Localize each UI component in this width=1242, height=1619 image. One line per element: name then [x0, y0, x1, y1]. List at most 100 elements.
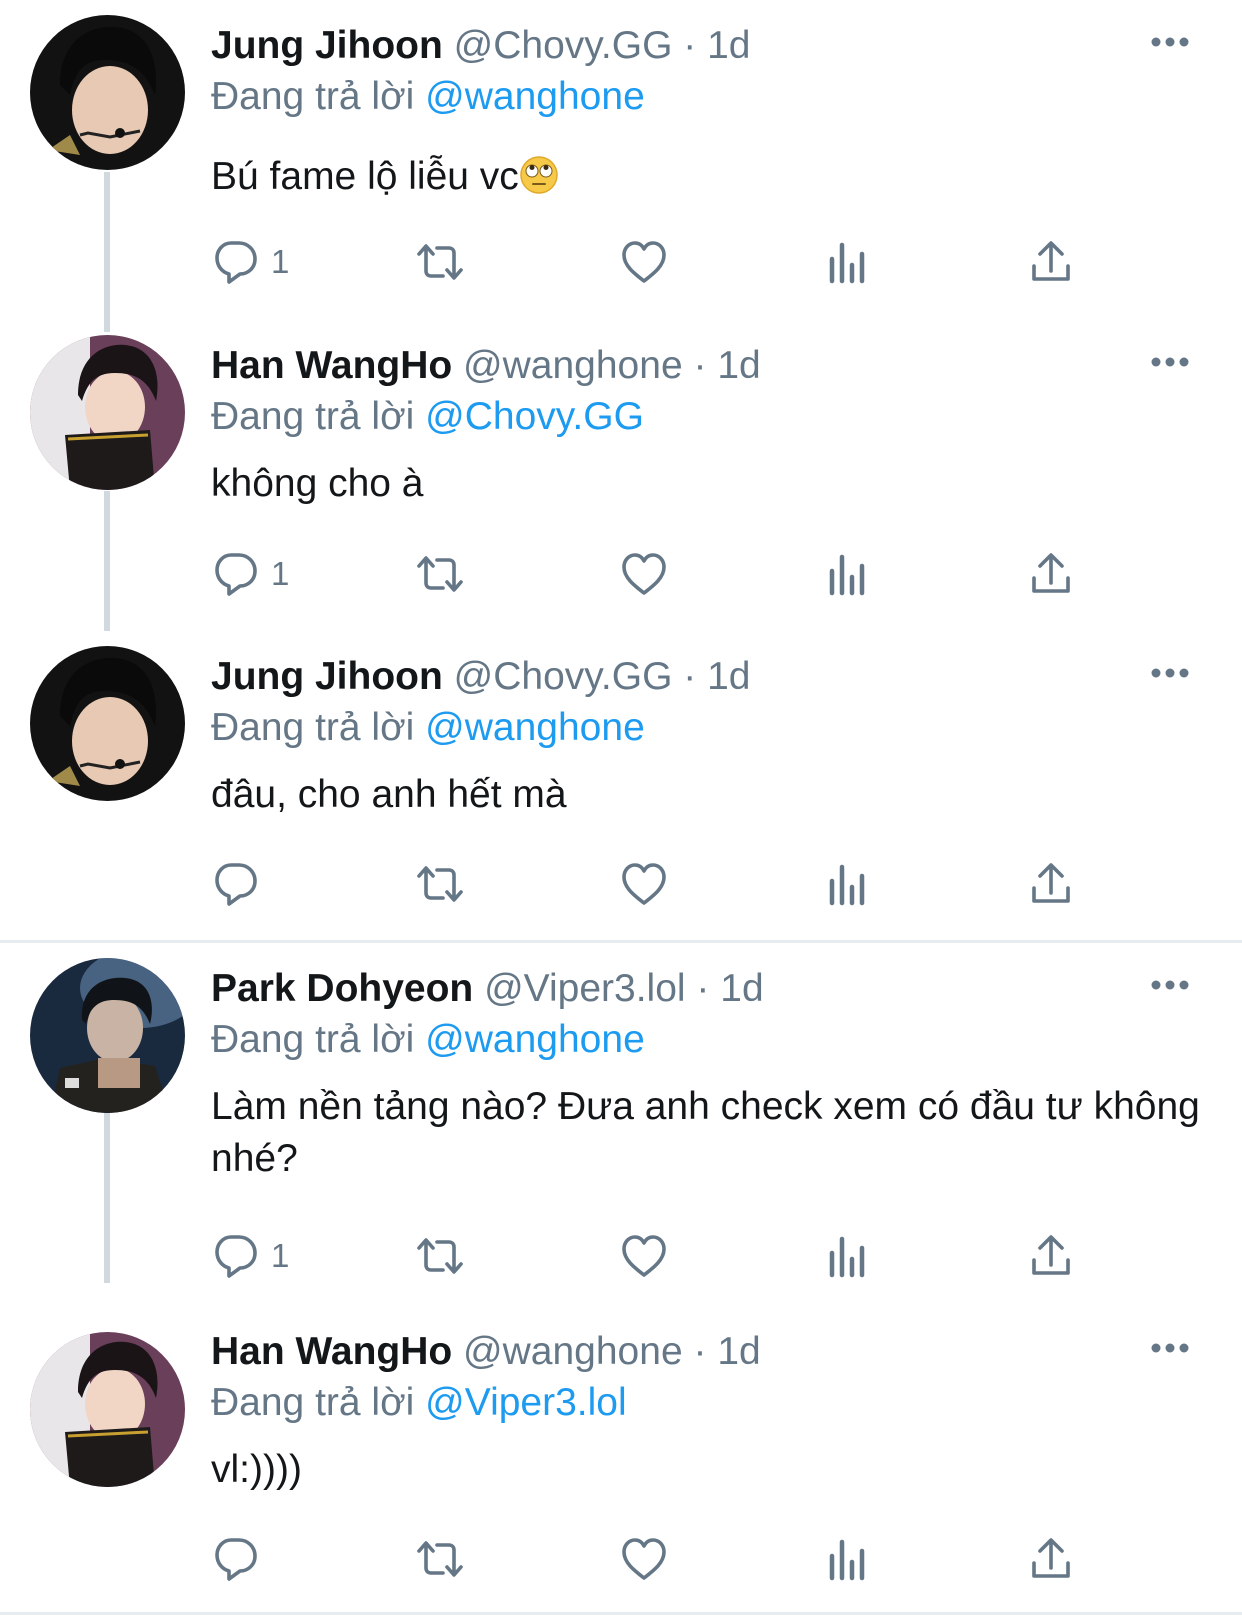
display-name[interactable]: Jung Jihoon [211, 24, 443, 67]
tweet[interactable]: Han WangHo @wanghone · 1d Đang trả lời @… [0, 340, 1242, 620]
replying-to-label: Đang trả lời [211, 75, 415, 118]
user-handle[interactable]: @wanghone [463, 344, 683, 387]
display-name[interactable]: Han WangHo [211, 344, 452, 387]
replying-to-label: Đang trả lời [211, 706, 415, 749]
share-button[interactable] [1026, 1231, 1076, 1281]
timestamp[interactable]: 1d [717, 1330, 760, 1373]
analytics-button[interactable] [823, 1231, 873, 1281]
more-horizontal-icon[interactable] [1150, 356, 1190, 368]
analytics-bars-icon [823, 1231, 873, 1281]
retweet-button[interactable] [415, 1231, 465, 1281]
display-name[interactable]: Jung Jihoon [211, 655, 443, 698]
analytics-button[interactable] [823, 549, 873, 599]
mention-link[interactable]: @Chovy.GG [425, 395, 644, 438]
more-horizontal-icon[interactable] [1150, 667, 1190, 679]
reply-count: 1 [271, 555, 290, 592]
tweet-text: đâu, cho anh hết mà [211, 773, 567, 816]
reply-count: 1 [271, 1237, 290, 1274]
user-handle[interactable]: @Viper3.lol [484, 967, 685, 1010]
replying-to: Đang trả lời @wanghone [211, 702, 645, 754]
avatar[interactable] [30, 958, 185, 1113]
like-button[interactable] [619, 859, 669, 909]
reply-button[interactable] [211, 859, 271, 909]
reply-bubble-icon [211, 1534, 261, 1584]
timestamp[interactable]: 1d [707, 655, 750, 698]
share-button[interactable] [1026, 859, 1076, 909]
reply-button[interactable]: 1 [211, 1231, 289, 1281]
analytics-button[interactable] [823, 237, 873, 287]
tweet[interactable]: Han WangHo @wanghone · 1d Đang trả lời @… [0, 1326, 1242, 1596]
avatar[interactable] [30, 1332, 185, 1487]
more-horizontal-icon[interactable] [1150, 979, 1190, 991]
tweet-text: vl:)))) [211, 1448, 302, 1491]
tweet-header: Han WangHo @wanghone · 1d [211, 1326, 761, 1378]
retweet-icon [415, 549, 465, 599]
retweet-icon [415, 237, 465, 287]
tweet[interactable]: Park Dohyeon @Viper3.lol · 1d Đang trả l… [0, 963, 1242, 1293]
tweet-header: Park Dohyeon @Viper3.lol · 1d [211, 963, 764, 1015]
display-name[interactable]: Park Dohyeon [211, 967, 473, 1010]
timestamp[interactable]: 1d [720, 967, 763, 1010]
mention-link[interactable]: @wanghone [425, 1018, 645, 1061]
display-name[interactable]: Han WangHo [211, 1330, 452, 1373]
timestamp[interactable]: 1d [717, 344, 760, 387]
separator-dot: · [696, 967, 710, 1010]
avatar[interactable] [30, 646, 185, 801]
replying-to: Đang trả lời @Chovy.GG [211, 391, 644, 443]
analytics-bars-icon [823, 549, 873, 599]
share-button[interactable] [1026, 549, 1076, 599]
user-handle[interactable]: @Chovy.GG [454, 655, 673, 698]
separator-dot: · [693, 1330, 707, 1373]
more-horizontal-icon[interactable] [1150, 36, 1190, 48]
user-handle[interactable]: @wanghone [463, 1330, 683, 1373]
analytics-bars-icon [823, 859, 873, 909]
reply-count: 1 [271, 243, 290, 280]
replying-to-label: Đang trả lời [211, 395, 415, 438]
tweet-text-content: Bú fame lộ liễu vc [211, 155, 519, 198]
retweet-icon [415, 1534, 465, 1584]
heart-icon [619, 1231, 669, 1281]
mention-link[interactable]: @wanghone [425, 706, 645, 749]
like-button[interactable] [619, 549, 669, 599]
tweet[interactable]: Jung Jihoon @Chovy.GG · 1d Đang trả lời … [0, 651, 1242, 931]
reply-button[interactable]: 1 [211, 237, 289, 287]
tweet-header: Jung Jihoon @Chovy.GG · 1d [211, 20, 750, 72]
action-bar: 1 [211, 1231, 1111, 1281]
face-with-rolling-eyes-emoji [519, 155, 559, 195]
retweet-icon [415, 1231, 465, 1281]
action-bar [211, 1534, 1111, 1584]
mention-link[interactable]: @wanghone [425, 75, 645, 118]
reply-button[interactable] [211, 1534, 271, 1584]
reply-bubble-icon [211, 1231, 261, 1281]
avatar[interactable] [30, 15, 185, 170]
retweet-button[interactable] [415, 1534, 465, 1584]
more-horizontal-icon[interactable] [1150, 1342, 1190, 1354]
like-button[interactable] [619, 237, 669, 287]
timestamp[interactable]: 1d [707, 24, 750, 67]
separator-dot: · [683, 655, 697, 698]
like-button[interactable] [619, 1231, 669, 1281]
heart-icon [619, 1534, 669, 1584]
avatar[interactable] [30, 335, 185, 490]
retweet-button[interactable] [415, 237, 465, 287]
share-button[interactable] [1026, 1534, 1076, 1584]
analytics-bars-icon [823, 237, 873, 287]
user-handle[interactable]: @Chovy.GG [454, 24, 673, 67]
retweet-button[interactable] [415, 549, 465, 599]
analytics-button[interactable] [823, 859, 873, 909]
analytics-button[interactable] [823, 1534, 873, 1584]
share-upload-icon [1026, 237, 1076, 287]
tweet[interactable]: Jung Jihoon @Chovy.GG · 1d Đang trả lời … [0, 20, 1242, 310]
reply-button[interactable]: 1 [211, 549, 289, 599]
tweet-header: Jung Jihoon @Chovy.GG · 1d [211, 651, 750, 703]
retweet-icon [415, 859, 465, 909]
analytics-bars-icon [823, 1534, 873, 1584]
share-upload-icon [1026, 1231, 1076, 1281]
share-upload-icon [1026, 859, 1076, 909]
action-bar [211, 859, 1111, 909]
retweet-button[interactable] [415, 859, 465, 909]
mention-link[interactable]: @Viper3.lol [425, 1381, 626, 1424]
tweet-header: Han WangHo @wanghone · 1d [211, 340, 761, 392]
like-button[interactable] [619, 1534, 669, 1584]
share-button[interactable] [1026, 237, 1076, 287]
